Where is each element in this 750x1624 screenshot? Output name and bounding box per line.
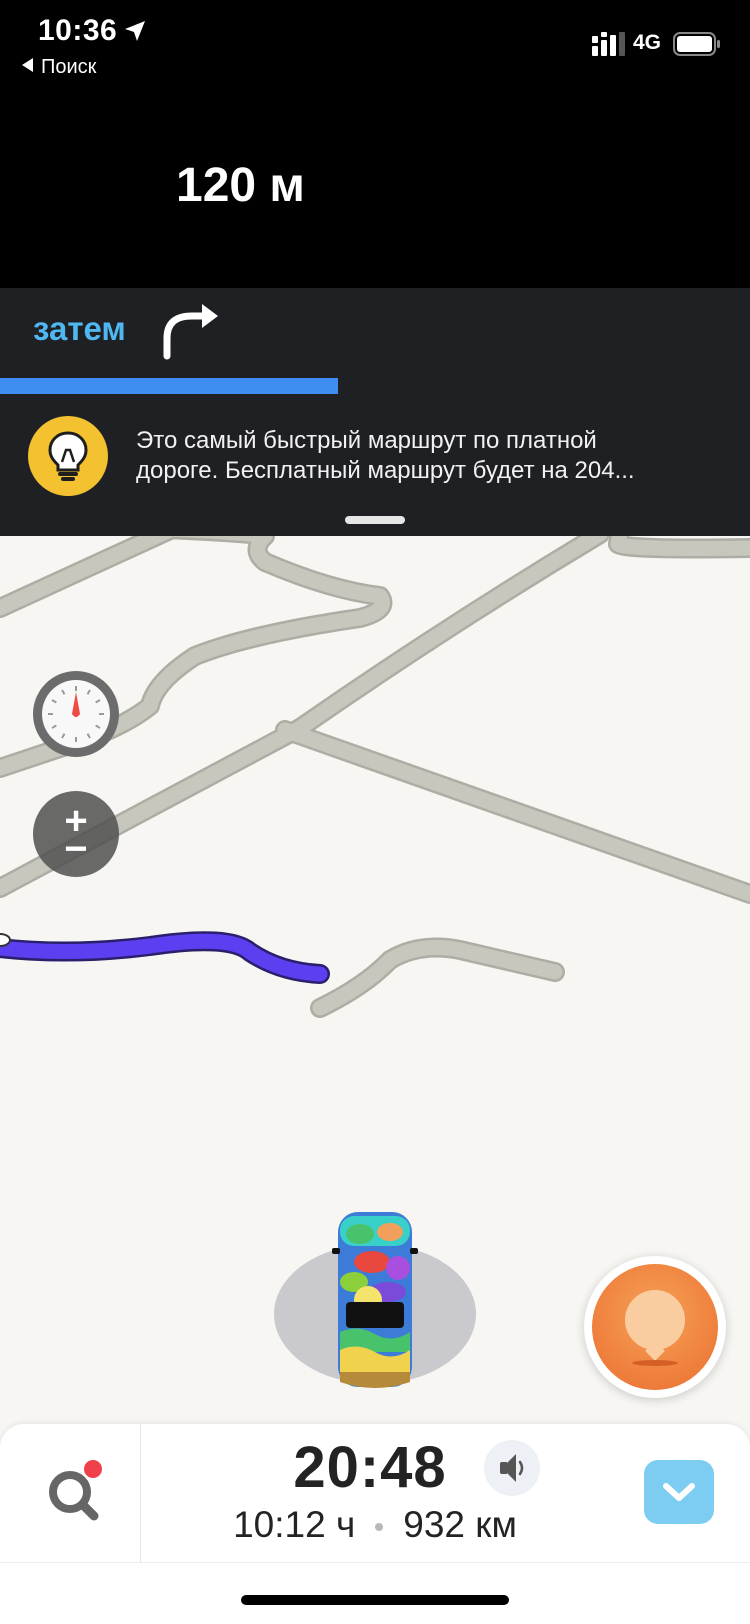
back-to-search-link[interactable]: Поиск: [22, 56, 96, 79]
zoom-out-icon: −: [64, 827, 88, 871]
separator-dot: [375, 1523, 384, 1532]
distance-to-turn: 120 м: [176, 159, 305, 212]
location-arrow-icon: [125, 21, 145, 41]
route-tip-text[interactable]: Это самый быстрый маршрут по платной дор…: [136, 426, 716, 486]
route-progress-fill: [0, 378, 338, 394]
then-label: затем: [33, 310, 126, 347]
chevron-down-icon: [663, 1483, 695, 1501]
car-icon: [332, 1212, 418, 1388]
trip-info: 10:12 ч 932 км: [0, 1504, 750, 1546]
tip-line-2: дороге. Бесплатный маршрут будет на 204.…: [136, 457, 635, 484]
tip-line-1: Это самый быстрый маршрут по платной: [136, 427, 597, 454]
network-type: 4G: [633, 31, 662, 54]
trip-distance: 932 км: [403, 1504, 517, 1545]
trip-duration: 10:12 ч: [233, 1504, 356, 1545]
navigation-header: 10:36 Поиск 4G 120 м: [0, 0, 750, 288]
report-button[interactable]: [584, 1256, 726, 1398]
speedometer-button[interactable]: [33, 671, 119, 757]
route-progress-bar: [0, 378, 750, 394]
arrival-time: 20:48: [0, 1434, 750, 1501]
status-time: 10:36: [38, 14, 118, 47]
sound-button[interactable]: [484, 1440, 540, 1496]
arrival-time-value: 20:48: [293, 1435, 447, 1500]
home-indicator[interactable]: [241, 1595, 509, 1605]
battery-icon: [673, 32, 720, 56]
back-link-label: Поиск: [41, 56, 97, 78]
zoom-button[interactable]: + −: [33, 791, 119, 877]
speedometer-icon: [42, 680, 110, 748]
right-turn-arrow-icon: [163, 304, 218, 360]
back-triangle-icon: [22, 58, 33, 72]
trip-summary-bar: 20:48 10:12 ч 932 км: [0, 1424, 750, 1624]
lightbulb-icon: [28, 416, 108, 496]
signal-strength-icon: [592, 32, 625, 56]
report-icon: [592, 1264, 718, 1390]
panel-drag-handle[interactable]: [345, 516, 405, 524]
expand-menu-button[interactable]: [644, 1460, 714, 1524]
speaker-icon: [500, 1454, 524, 1482]
bar-bottom-rule: [0, 1562, 750, 1563]
next-turn-panel[interactable]: затем Это самый быстрый маршрут по платн…: [0, 288, 750, 536]
